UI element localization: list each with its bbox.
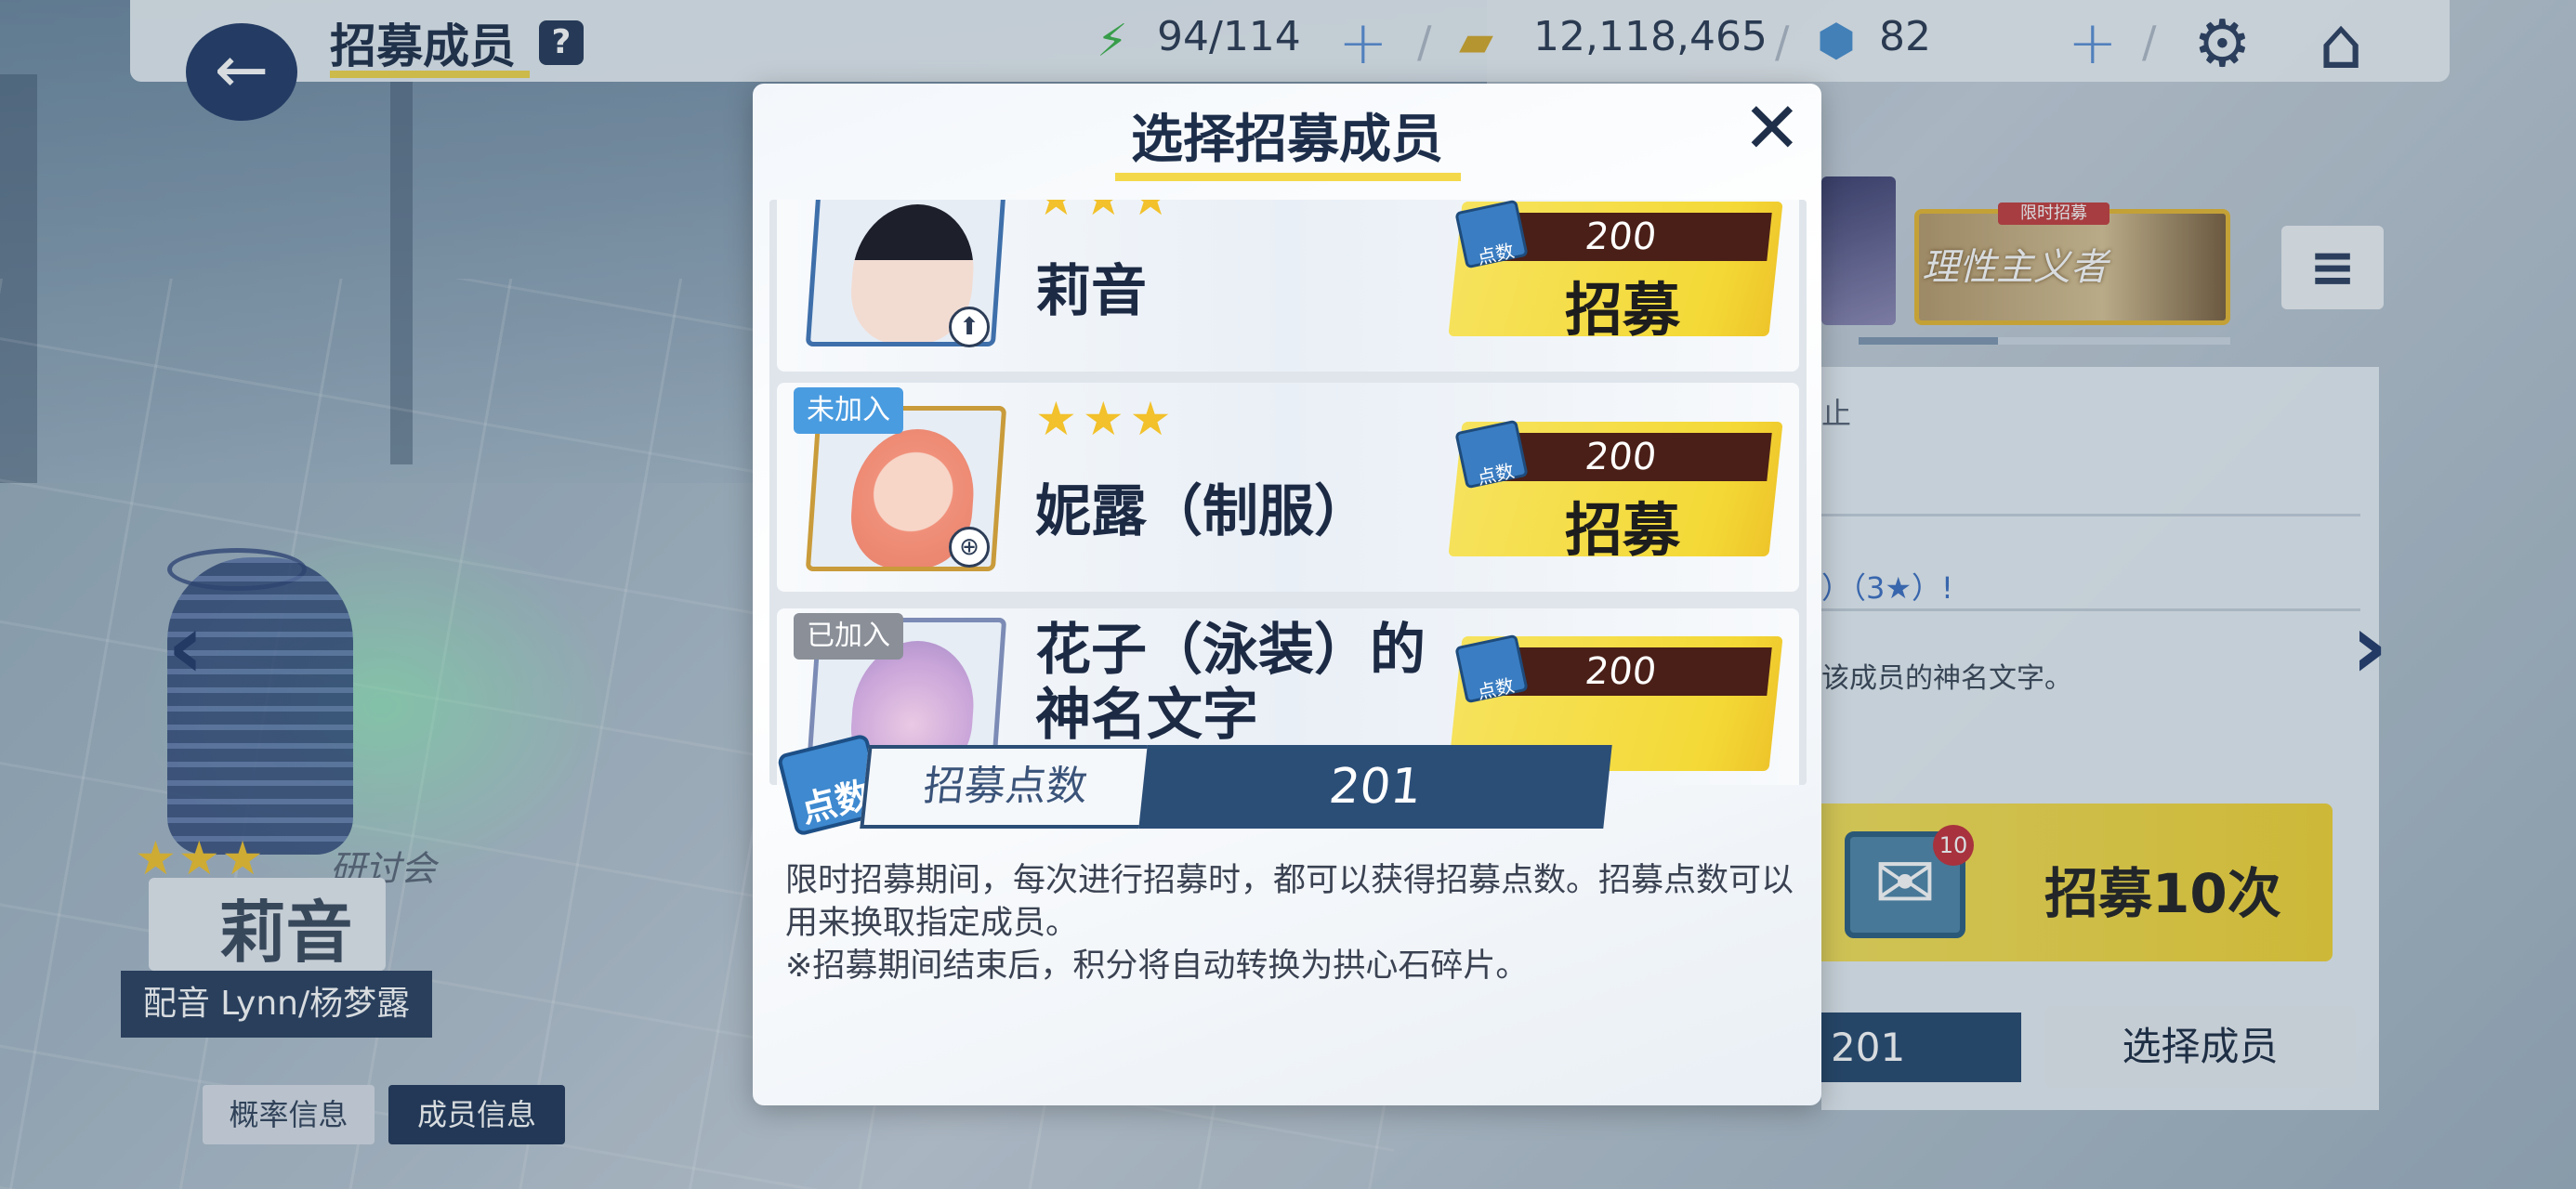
member-list[interactable]: ⬆ ★★★ 莉音 200 点数 招募 未加入 ⊕ ★★★ 妮露（制服） 200 … xyxy=(769,200,1807,785)
member-card[interactable]: ⬆ ★★★ 莉音 200 点数 招募 xyxy=(777,200,1799,372)
description: 限时招募期间，每次进行招募时，都可以获得招募点数。招募点数可以用来换取指定成员。… xyxy=(785,859,1798,987)
select-member-modal: 选择招募成员 ✕ ⬆ ★★★ 莉音 200 点数 招募 未加入 ⊕ ★★★ 妮露… xyxy=(753,84,1821,1105)
member-name: 花子（泳装）的神名文字 xyxy=(1035,618,1426,748)
description-note: ※招募期间结束后，积分将自动转换为拱心石碎片。 xyxy=(785,947,1529,985)
points-label: 招募点数 xyxy=(860,745,1148,829)
status-badge: 未加入 xyxy=(794,387,903,434)
member-stars: ★★★ xyxy=(1035,392,1177,446)
recruit-label: 招募 xyxy=(1564,496,1680,564)
support-icon: ⬆ xyxy=(949,307,990,347)
points-value: 201 xyxy=(1138,745,1612,829)
recruit-label: 招募 xyxy=(1564,276,1680,344)
member-card[interactable]: 未加入 ⊕ ★★★ 妮露（制服） 200 点数 招募 xyxy=(777,383,1799,592)
member-name: 莉音 xyxy=(1035,259,1147,324)
description-line: 限时招募期间，每次进行招募时，都可以获得招募点数。招募点数可以用来换取指定成员。 xyxy=(785,862,1794,942)
title-underline xyxy=(1115,173,1461,181)
status-badge: 已加入 xyxy=(794,613,903,660)
modal-title: 选择招募成员 xyxy=(1131,110,1443,170)
member-name: 妮露（制服） xyxy=(1035,479,1370,544)
close-icon[interactable]: ✕ xyxy=(1742,93,1802,163)
crosshair-icon: ⊕ xyxy=(949,527,990,568)
member-stars: ★★★ xyxy=(1035,200,1176,226)
